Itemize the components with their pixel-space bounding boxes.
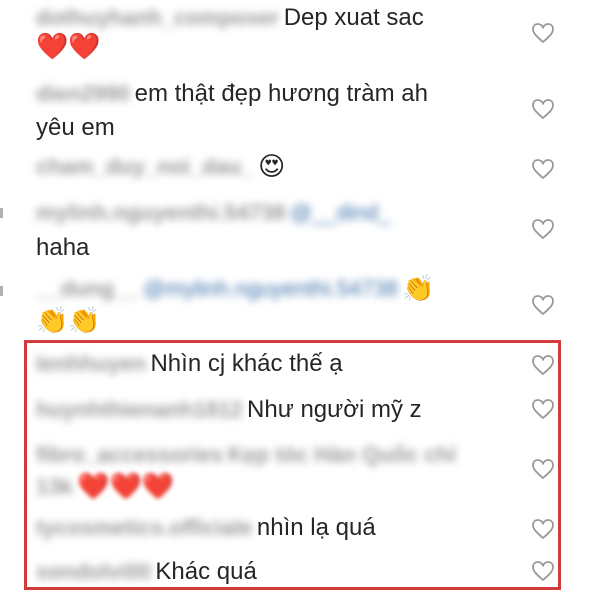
- edge-marker: [0, 286, 3, 296]
- comment-username[interactable]: dothuyhanh_composer: [36, 5, 279, 31]
- comment-username[interactable]: mylinh.nguyenthi.54738: [36, 200, 285, 226]
- like-button[interactable]: [528, 456, 558, 482]
- heart-emoji: ❤️❤️: [36, 32, 101, 62]
- comment-text-line2-blurred: 13k: [36, 474, 73, 499]
- like-button[interactable]: [528, 292, 558, 318]
- heart-outline-icon: [532, 219, 554, 240]
- edge-marker: [0, 208, 3, 218]
- comment-text: em thật đẹp hương tràm ah: [134, 80, 428, 107]
- comment-text: Như người mỹ z: [247, 396, 422, 423]
- heart-outline-icon: [532, 519, 554, 540]
- comment-username[interactable]: lenhhuyen: [36, 351, 146, 377]
- like-button[interactable]: [528, 558, 558, 584]
- clap-emoji: 👏: [402, 274, 435, 304]
- like-button[interactable]: [528, 20, 558, 46]
- like-button[interactable]: [528, 216, 558, 242]
- clap-emoji: 👏👏: [36, 306, 101, 336]
- comment-text-blurred: Kẹp tóc Hàn Quốc chỉ: [227, 442, 457, 467]
- comment-username[interactable]: tycosmetics.officiale: [36, 515, 252, 541]
- heart-outline-icon: [532, 399, 554, 420]
- comment-text: nhìn lạ quá: [256, 514, 376, 541]
- comment-username[interactable]: sondolvi00: [36, 559, 151, 585]
- heart-eyes-emoji: 😍: [258, 152, 286, 182]
- heart-outline-icon: [532, 355, 554, 376]
- comment-text-line2: yêu em: [36, 114, 115, 141]
- comment-text: Khác quá: [155, 558, 257, 585]
- like-button[interactable]: [528, 516, 558, 542]
- comment-username[interactable]: fibro_accessories: [36, 442, 223, 468]
- heart-outline-icon: [532, 295, 554, 316]
- like-button[interactable]: [528, 352, 558, 378]
- comment-mention[interactable]: @__dind_: [290, 200, 391, 226]
- heart-outline-icon: [532, 459, 554, 480]
- comment-username[interactable]: __dung__: [36, 276, 139, 302]
- heart-outline-icon: [532, 159, 554, 180]
- comment-text: Nhìn cj khác thế ạ: [150, 350, 343, 377]
- comment-username[interactable]: cham_duy_noi_dau_: [36, 154, 254, 180]
- comment-username[interactable]: dien2990: [36, 81, 130, 107]
- like-button[interactable]: [528, 396, 558, 422]
- comment-text-line2: haha: [36, 234, 90, 261]
- heart-emoji: ❤️❤️❤️: [77, 472, 175, 502]
- heart-outline-icon: [532, 561, 554, 582]
- comment-text: Dep xuat sac: [283, 4, 424, 31]
- like-button[interactable]: [528, 156, 558, 182]
- heart-outline-icon: [532, 23, 554, 44]
- comment-username[interactable]: huynhthienanh1812: [36, 397, 243, 423]
- comment-mention[interactable]: @mylinh.nguyenthi.54738: [143, 276, 398, 302]
- heart-outline-icon: [532, 99, 554, 120]
- like-button[interactable]: [528, 96, 558, 122]
